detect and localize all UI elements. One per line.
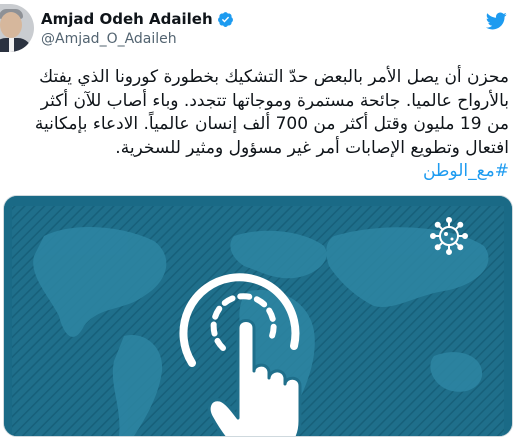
verified-badge-icon (217, 11, 233, 27)
author-name-row[interactable]: Amjad Odeh Adaileh (41, 10, 234, 28)
tweet-body: محزن أن يصل الأمر بالبعض حدّ التشكيك بخط… (2, 66, 509, 184)
tweet-line: افتعال وتطويع الإصابات أمر غير مسؤول ومث… (115, 137, 509, 158)
tweet-media-image[interactable] (3, 195, 513, 437)
twitter-bird-icon[interactable] (485, 10, 507, 32)
hashtag-link[interactable]: #مع_الوطن (2, 160, 509, 184)
author-display-name[interactable]: Amjad Odeh Adaileh (41, 10, 213, 28)
tweet-line: بالأرواح عالميا. جائحة مستمرة وموجاتها ت… (40, 90, 509, 111)
author-handle[interactable]: @Amjad_O_Adaileh (41, 31, 177, 47)
media-illustration (4, 196, 512, 436)
avatar[interactable] (0, 4, 34, 52)
tweet-line: محزن أن يصل الأمر بالبعض حدّ التشكيك بخط… (39, 67, 509, 87)
tweet-line: من 19 مليون وقتل أكثر من 700 ألف إنسان ع… (34, 114, 509, 134)
tweet-header: Amjad Odeh Adaileh @Amjad_O_Adaileh (0, 0, 519, 58)
